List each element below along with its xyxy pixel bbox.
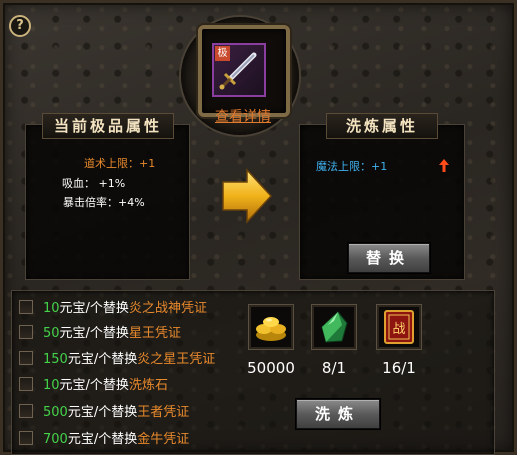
equipment-slot[interactable]: 极 xyxy=(212,43,266,97)
option-checkbox[interactable] xyxy=(19,325,33,339)
gold-count: 50000 xyxy=(247,359,295,377)
option-unit-text: 元宝/个替换 xyxy=(59,301,129,316)
option-checkbox[interactable] xyxy=(19,404,33,418)
refine-attributes-title: 洗炼属性 xyxy=(326,113,438,139)
option-row[interactable]: 150元宝/个替换炎之星王凭证 xyxy=(19,351,215,369)
option-unit-text: 元宝/个替换 xyxy=(59,378,129,393)
current-attributes-title: 当前极品属性 xyxy=(42,113,174,139)
option-amount: 10 xyxy=(43,301,60,316)
question-mark-icon: ? xyxy=(16,18,24,33)
help-button[interactable]: ? xyxy=(9,15,31,37)
war-token-slot[interactable]: 战 xyxy=(377,305,421,349)
option-amount: 10 xyxy=(43,378,60,393)
gold-ingots-slot[interactable] xyxy=(249,305,293,349)
option-row[interactable]: 700元宝/个替换金牛凭证 xyxy=(19,431,189,449)
option-checkbox[interactable] xyxy=(19,431,33,445)
refine-button[interactable]: 洗炼 xyxy=(296,399,380,429)
current-attr-1: 道术上限：+1 xyxy=(84,157,156,170)
sword-icon xyxy=(219,52,257,90)
option-row[interactable]: 10元宝/个替换炎之战神凭证 xyxy=(19,300,207,318)
option-unit-text: 元宝/个替换 xyxy=(67,352,138,367)
option-unit-text: 元宝/个替换 xyxy=(67,432,138,447)
option-item-name: 王者凭证 xyxy=(137,405,190,420)
red-war-token-icon: 战 xyxy=(384,310,414,344)
war-token-count: 16/1 xyxy=(382,359,416,377)
option-checkbox[interactable] xyxy=(19,351,33,365)
current-attributes-panel: 当前极品属性 道术上限：+1 吸血： +1% 暴击倍率：+4% xyxy=(25,113,190,280)
option-amount: 700 xyxy=(43,432,68,447)
transfer-arrow-icon xyxy=(222,168,273,224)
green-refine-stone-icon xyxy=(321,311,348,343)
refine-stone-count: 8/1 xyxy=(321,359,347,377)
refine-stone-slot[interactable] xyxy=(312,305,356,349)
option-amount: 500 xyxy=(43,405,68,420)
current-attr-2: 吸血： +1% xyxy=(62,177,126,190)
refine-attr-1: 魔法上限：+1 xyxy=(316,160,388,173)
view-details-link[interactable]: 查看详情 xyxy=(215,106,271,126)
replace-button[interactable]: 替换 xyxy=(348,243,430,273)
option-item-name: 洗炼石 xyxy=(128,378,168,393)
option-row[interactable]: 10元宝/个替换洗炼石 xyxy=(19,377,168,395)
current-attr-3: 暴击倍率：+4% xyxy=(63,196,145,209)
option-item-name: 炎之星王凭证 xyxy=(137,352,216,367)
option-amount: 50 xyxy=(43,326,60,341)
option-row[interactable]: 50元宝/个替换星王凭证 xyxy=(19,325,181,343)
refine-window: ? 极 查看详情 当前极品属性 道术上限：+1 吸血： +1% 暴击倍率：+4% xyxy=(0,0,517,455)
option-item-name: 金牛凭证 xyxy=(137,432,190,447)
option-checkbox[interactable] xyxy=(19,377,33,391)
option-item-name: 炎之战神凭证 xyxy=(128,301,207,316)
refine-attributes-panel: 洗炼属性 魔法上限：+1 替换 xyxy=(299,113,465,280)
option-checkbox[interactable] xyxy=(19,300,33,314)
option-unit-text: 元宝/个替换 xyxy=(59,326,129,341)
gold-ingots-icon xyxy=(256,317,286,341)
option-row[interactable]: 500元宝/个替换王者凭证 xyxy=(19,404,189,422)
option-unit-text: 元宝/个替换 xyxy=(67,405,138,420)
option-amount: 150 xyxy=(43,352,68,367)
svg-text:战: 战 xyxy=(392,322,405,337)
option-item-name: 星王凭证 xyxy=(128,326,181,341)
red-up-arrow-icon xyxy=(439,159,449,172)
